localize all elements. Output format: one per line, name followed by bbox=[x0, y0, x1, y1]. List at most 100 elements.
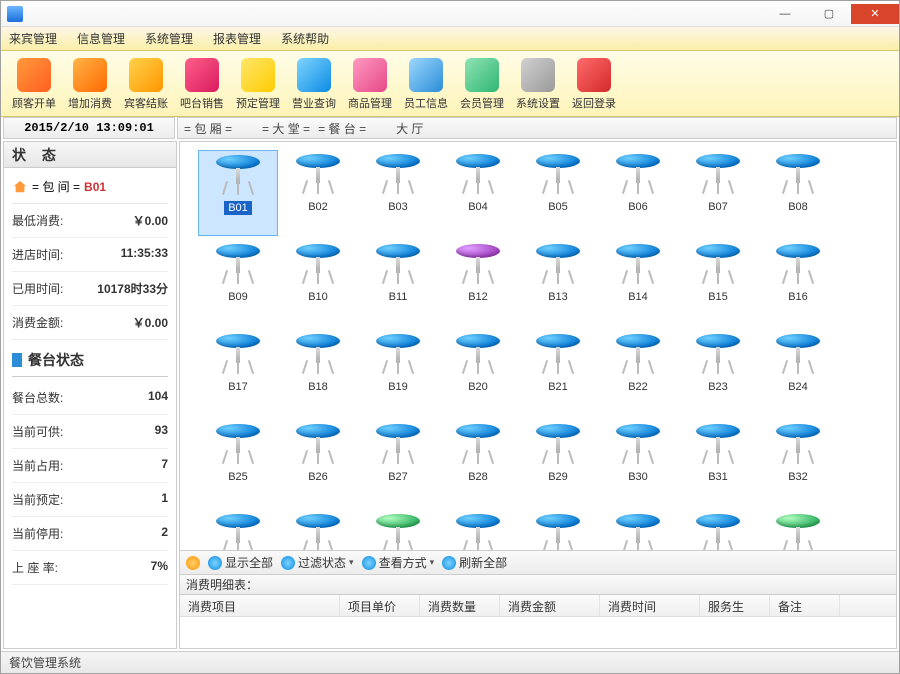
table-B26[interactable]: B26 bbox=[278, 420, 358, 506]
table-B09[interactable]: B09 bbox=[198, 240, 278, 326]
table-B08[interactable]: B08 bbox=[758, 150, 838, 236]
tool-6[interactable]: 商品管理 bbox=[343, 55, 397, 114]
table-B20[interactable]: B20 bbox=[438, 330, 518, 416]
table-icon bbox=[374, 332, 422, 376]
table-B17[interactable]: B17 bbox=[198, 330, 278, 416]
crumb-lobby[interactable]: 大 厅 bbox=[396, 120, 423, 137]
room-id: B01 bbox=[84, 180, 106, 194]
table-icon bbox=[614, 152, 662, 196]
table-B39[interactable]: B39 bbox=[678, 510, 758, 551]
tool-8[interactable]: 会员管理 bbox=[455, 55, 509, 114]
menu-item-0[interactable]: 来宾管理 bbox=[9, 30, 57, 47]
col-header[interactable]: 服务生 bbox=[700, 595, 770, 616]
tool-1[interactable]: 增加消费 bbox=[63, 55, 117, 114]
tool-icon bbox=[577, 58, 611, 92]
table-label: B14 bbox=[624, 290, 652, 304]
table-B06[interactable]: B06 bbox=[598, 150, 678, 236]
table-B16[interactable]: B16 bbox=[758, 240, 838, 326]
tool-3[interactable]: 吧台销售 bbox=[175, 55, 229, 114]
tool-9[interactable]: 系统设置 bbox=[511, 55, 565, 114]
detail-title: 消费明细表： bbox=[179, 575, 897, 595]
table-B21[interactable]: B21 bbox=[518, 330, 598, 416]
filter-refresh[interactable]: 刷新全部 bbox=[442, 554, 507, 571]
table-B33[interactable]: B33 bbox=[198, 510, 278, 551]
col-header[interactable]: 备注 bbox=[770, 595, 840, 616]
table-B10[interactable]: B10 bbox=[278, 240, 358, 326]
room-prefix: = 包 间 = bbox=[32, 178, 80, 195]
tool-4[interactable]: 预定管理 bbox=[231, 55, 285, 114]
info-row: 已用时间:10178时33分 bbox=[12, 272, 168, 306]
table-icon bbox=[614, 332, 662, 376]
table-B35[interactable]: B35 bbox=[358, 510, 438, 551]
table-label: B25 bbox=[224, 470, 252, 484]
filter-prev[interactable] bbox=[186, 556, 200, 570]
filter-state[interactable]: 过滤状态▾ bbox=[281, 554, 354, 571]
table-label: B08 bbox=[784, 200, 812, 214]
table-B31[interactable]: B31 bbox=[678, 420, 758, 506]
table-B37[interactable]: B37 bbox=[518, 510, 598, 551]
col-header[interactable]: 消费金额 bbox=[500, 595, 600, 616]
sub-row: 2015/2/10 13:09:01 = 包 厢 = = 大 堂 = = 餐 台… bbox=[1, 117, 899, 139]
table-B32[interactable]: B32 bbox=[758, 420, 838, 506]
table-B40[interactable]: B40 bbox=[758, 510, 838, 551]
table-B22[interactable]: B22 bbox=[598, 330, 678, 416]
stat-row: 当前占用:7 bbox=[12, 449, 168, 483]
table-label: B05 bbox=[544, 200, 572, 214]
table-B25[interactable]: B25 bbox=[198, 420, 278, 506]
table-B03[interactable]: B03 bbox=[358, 150, 438, 236]
table-B14[interactable]: B14 bbox=[598, 240, 678, 326]
crumb-hall[interactable]: = 大 堂 = bbox=[262, 120, 310, 137]
table-B12[interactable]: B12 bbox=[438, 240, 518, 326]
crumb-table[interactable]: = 餐 台 = bbox=[318, 120, 366, 137]
table-icon bbox=[454, 152, 502, 196]
table-B18[interactable]: B18 bbox=[278, 330, 358, 416]
table-B07[interactable]: B07 bbox=[678, 150, 758, 236]
crumb-booth[interactable]: = 包 厢 = bbox=[184, 120, 232, 137]
table-B13[interactable]: B13 bbox=[518, 240, 598, 326]
col-header[interactable]: 消费数量 bbox=[420, 595, 500, 616]
tool-0[interactable]: 顾客开单 bbox=[7, 55, 61, 114]
table-icon bbox=[454, 512, 502, 551]
table-B11[interactable]: B11 bbox=[358, 240, 438, 326]
maximize-button[interactable]: ▢ bbox=[807, 4, 851, 24]
table-B05[interactable]: B05 bbox=[518, 150, 598, 236]
table-B28[interactable]: B28 bbox=[438, 420, 518, 506]
table-B01[interactable]: B01 bbox=[198, 150, 278, 236]
table-B15[interactable]: B15 bbox=[678, 240, 758, 326]
table-B27[interactable]: B27 bbox=[358, 420, 438, 506]
table-B38[interactable]: B38 bbox=[598, 510, 678, 551]
info-row: 进店时间:11:35:33 bbox=[12, 238, 168, 272]
table-B24[interactable]: B24 bbox=[758, 330, 838, 416]
tool-5[interactable]: 营业查询 bbox=[287, 55, 341, 114]
menu-item-2[interactable]: 系统管理 bbox=[145, 30, 193, 47]
chevron-icon bbox=[374, 121, 388, 135]
filter-view-mode[interactable]: 查看方式▾ bbox=[362, 554, 435, 571]
table-icon bbox=[694, 422, 742, 466]
table-B30[interactable]: B30 bbox=[598, 420, 678, 506]
menu-item-3[interactable]: 报表管理 bbox=[213, 30, 261, 47]
minimize-button[interactable]: — bbox=[763, 4, 807, 24]
menu-item-1[interactable]: 信息管理 bbox=[77, 30, 125, 47]
tool-label: 返回登录 bbox=[572, 95, 616, 111]
table-B23[interactable]: B23 bbox=[678, 330, 758, 416]
table-B29[interactable]: B29 bbox=[518, 420, 598, 506]
table-panel[interactable]: B01B02B03B04B05B06B07B08B09B10B11B12B13B… bbox=[179, 141, 897, 551]
tool-7[interactable]: 员工信息 bbox=[399, 55, 453, 114]
col-header[interactable]: 消费时间 bbox=[600, 595, 700, 616]
filter-show-all[interactable]: 显示全部 bbox=[208, 554, 273, 571]
table-B36[interactable]: B36 bbox=[438, 510, 518, 551]
table-B34[interactable]: B34 bbox=[278, 510, 358, 551]
table-label: B09 bbox=[224, 290, 252, 304]
table-label: B16 bbox=[784, 290, 812, 304]
tool-label: 营业查询 bbox=[292, 95, 336, 111]
tool-10[interactable]: 返回登录 bbox=[567, 55, 621, 114]
close-button[interactable]: ✕ bbox=[851, 4, 899, 24]
table-B04[interactable]: B04 bbox=[438, 150, 518, 236]
col-header[interactable]: 项目单价 bbox=[340, 595, 420, 616]
table-B02[interactable]: B02 bbox=[278, 150, 358, 236]
table-B19[interactable]: B19 bbox=[358, 330, 438, 416]
menu-item-4[interactable]: 系统帮助 bbox=[281, 30, 329, 47]
col-header[interactable]: 消费项目 bbox=[180, 595, 340, 616]
tool-2[interactable]: 宾客结账 bbox=[119, 55, 173, 114]
table-icon bbox=[374, 242, 422, 286]
